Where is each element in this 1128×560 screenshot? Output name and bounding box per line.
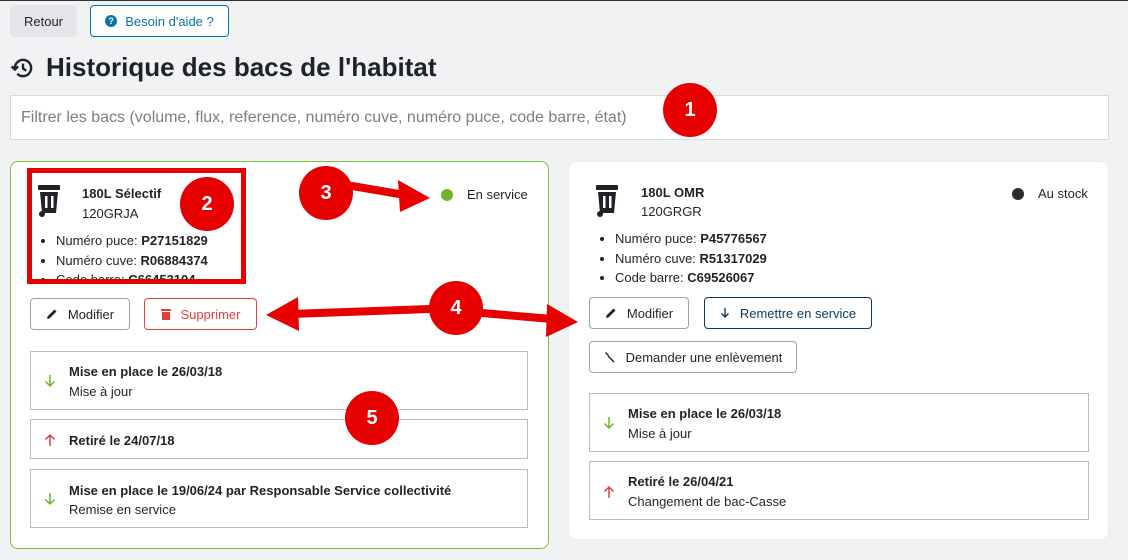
status-dot (1012, 187, 1024, 200)
pickup-request-button[interactable]: Demander une enlèvement (589, 341, 797, 373)
help-button[interactable]: ? Besoin d'aide ? (90, 5, 229, 37)
bin-card: 180L OMR 120GRGR Au stock Numéro puce: P… (568, 161, 1109, 540)
top-border (0, 0, 1128, 1)
arrow-up-icon (603, 485, 615, 498)
filter-input[interactable]: Filtrer les bacs (volume, flux, referenc… (10, 95, 1109, 140)
annotation-marker: 2 (180, 177, 234, 231)
status-label: Au stock (1038, 186, 1088, 201)
prop-tank: Numéro cuve: R51317029 (615, 249, 767, 269)
help-button-label: Besoin d'aide ? (125, 13, 214, 29)
annotation-marker: 4 (429, 281, 483, 335)
annotation-marker: 1 (663, 83, 717, 137)
arrow-down-icon (720, 308, 729, 318)
history-entry: Retiré le 24/07/18 (30, 419, 528, 459)
history-entry: Mise en place le 19/06/24 par Responsabl… (30, 469, 528, 528)
arrow-up-icon (44, 433, 56, 446)
delete-button[interactable]: Supprimer (144, 298, 257, 330)
modify-button[interactable]: Modifier (30, 298, 130, 330)
modify-button[interactable]: Modifier (589, 297, 689, 329)
annotation-marker: 5 (345, 391, 399, 445)
arrow-down-icon (603, 417, 615, 430)
arrow-down-icon (44, 493, 56, 506)
history-icon (10, 58, 33, 77)
status-label: En service (467, 187, 528, 202)
status-badge: En service (441, 187, 528, 202)
back-button[interactable]: Retour (10, 5, 77, 37)
restore-button[interactable]: Remettre en service (704, 297, 872, 329)
page-title-text: Historique des bacs de l'habitat (46, 52, 437, 82)
pencil-icon (605, 308, 616, 318)
history-entry: Mise en place le 26/03/18 Mise à jour (30, 351, 528, 410)
prop-barcode: Code barre: C69526067 (615, 268, 767, 288)
question-icon: ? (105, 15, 118, 27)
prop-chip: Numéro puce: P45776567 (615, 229, 767, 249)
bin-properties: Numéro puce: P45776567 Numéro cuve: R513… (601, 229, 767, 288)
arrow-down-icon (44, 375, 56, 388)
bin-icon (596, 185, 618, 217)
status-badge: Au stock (1012, 186, 1088, 201)
bin-title: 180L OMR (641, 185, 705, 200)
status-dot (441, 188, 453, 201)
tools-icon (604, 352, 615, 363)
bin-reference: 120GRGR (641, 204, 702, 219)
trash-icon (160, 309, 171, 320)
history-entry: Retiré le 26/04/21 Changement de bac-Cas… (589, 461, 1089, 520)
annotation-marker: 3 (299, 166, 353, 220)
filter-placeholder: Filtrer les bacs (volume, flux, referenc… (21, 108, 627, 126)
pencil-icon (46, 309, 57, 319)
history-entry: Mise en place le 26/03/18 Mise à jour (589, 393, 1089, 452)
page-title: Historique des bacs de l'habitat (10, 52, 437, 83)
